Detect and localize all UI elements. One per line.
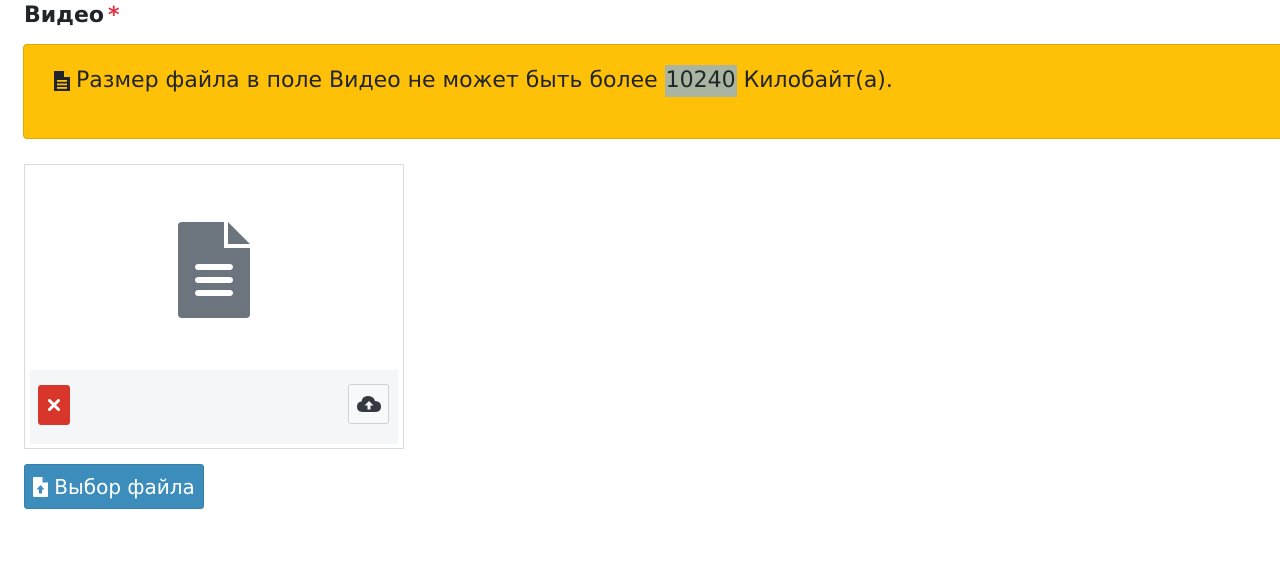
cloud-upload-icon [356, 396, 381, 412]
field-label: Видео * [24, 2, 120, 30]
field-label-text: Видео [24, 3, 104, 28]
choose-file-label: Выбор файла [54, 474, 195, 499]
file-preview [24, 164, 404, 449]
alert-highlight: 10240 [664, 65, 737, 97]
alert-message: Размер файла в поле Видео не может быть … [54, 65, 893, 97]
upload-file-button[interactable] [348, 384, 389, 424]
remove-file-button[interactable] [38, 385, 70, 425]
preview-footer [30, 370, 398, 444]
alert-text-before: Размер файла в поле Видео не может быть … [76, 68, 665, 93]
choose-file-button[interactable]: Выбор файла [24, 464, 204, 509]
close-icon [48, 399, 60, 411]
file-text-icon [178, 222, 250, 318]
error-alert: Размер файла в поле Видео не может быть … [23, 44, 1280, 139]
file-text-icon [54, 71, 70, 91]
required-mark: * [108, 3, 120, 28]
alert-text-after: Килобайт(а). [736, 68, 893, 93]
file-upload-icon [33, 476, 49, 497]
